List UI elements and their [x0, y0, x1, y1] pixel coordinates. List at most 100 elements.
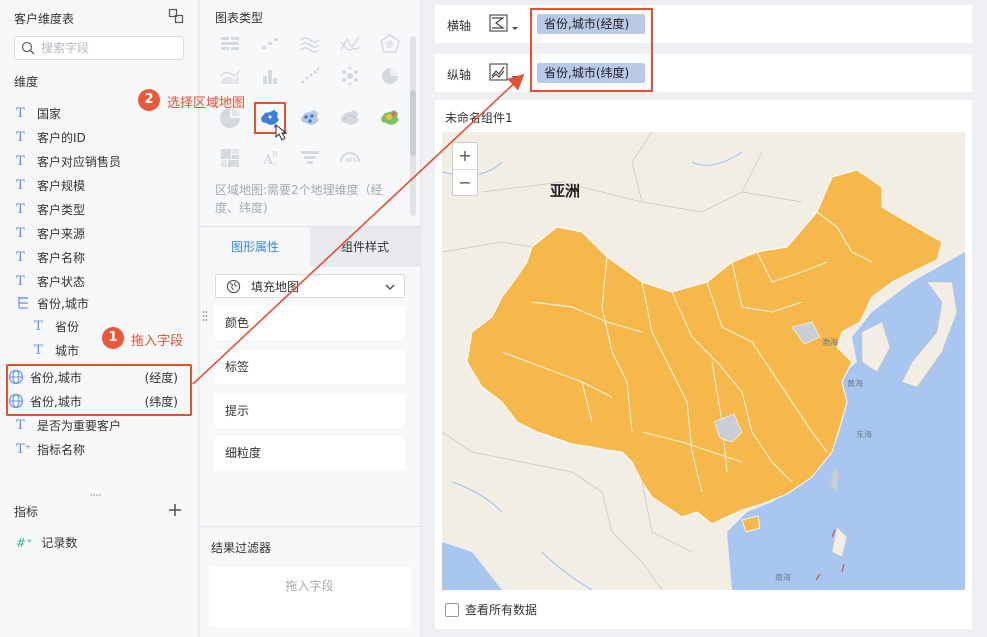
line-chart-icon[interactable] — [296, 30, 324, 58]
text-type-icon: T — [34, 318, 43, 334]
gauge-chart-icon[interactable]: 60% — [336, 144, 364, 172]
chart-type-scrollbar[interactable] — [410, 36, 416, 216]
field-label: 指标名称 — [37, 442, 86, 457]
step-2-label: 选择区域地图 — [167, 96, 246, 111]
radar-line-icon[interactable] — [336, 30, 364, 58]
field-label: 客户的ID — [37, 130, 86, 145]
geo-role-label: (纬度) — [144, 394, 178, 409]
view-all-data[interactable]: 查看所有数据 — [445, 601, 537, 618]
filter-drop-zone[interactable]: 拖入字段 — [209, 567, 410, 627]
panel-splitter-handle[interactable] — [90, 493, 102, 497]
field-item[interactable]: T 客户状态 — [16, 270, 85, 292]
bar-chart-icon[interactable] — [256, 62, 284, 90]
scatter-chart-icon[interactable] — [296, 62, 324, 90]
tree-icon — [18, 297, 28, 309]
svg-text:60%: 60% — [346, 158, 357, 164]
switch-table-icon[interactable] — [168, 8, 184, 24]
text-type-icon: T — [16, 417, 25, 433]
zoom-in-button[interactable]: + — [453, 143, 477, 169]
divider — [200, 526, 421, 527]
text-type-icon: T — [16, 201, 25, 217]
bubble-chart-icon[interactable] — [336, 62, 364, 90]
field-item[interactable]: T 客户来源 — [16, 222, 85, 244]
chart-type-title: 图表类型 — [215, 11, 264, 25]
config-tabs: 图形属性 组件样式 — [200, 226, 421, 267]
zoom-out-button[interactable]: − — [453, 169, 477, 195]
field-item[interactable]: T 客户名称 — [16, 246, 85, 268]
axis-fields-highlight — [530, 8, 653, 92]
field-label: 客户名称 — [37, 250, 86, 265]
field-search[interactable] — [14, 36, 184, 60]
field-label: 记录数 — [41, 536, 78, 550]
polygon-chart-icon[interactable] — [376, 30, 404, 58]
color-property[interactable]: 颜色 — [215, 306, 405, 340]
heat-map-icon[interactable] — [376, 104, 404, 132]
sea-label: 南海 — [775, 573, 791, 582]
table-chart-icon[interactable] — [216, 30, 244, 58]
text-type-icon: T — [34, 342, 43, 358]
text-type-icon: T — [16, 177, 25, 193]
dimension-title: 维度 — [14, 75, 39, 89]
y-axis-shelf: 纵轴 省份,城市(纬度) — [435, 54, 972, 92]
scrollbar-thumb[interactable] — [410, 90, 416, 156]
drag-handle-icon[interactable] — [202, 310, 208, 324]
field-label: 省份,城市 — [30, 394, 82, 409]
field-label: 客户对应销售员 — [37, 154, 122, 169]
area-chart-icon[interactable] — [216, 62, 244, 90]
longitude-axis-icon[interactable] — [488, 13, 520, 35]
field-item[interactable]: T 客户规模 — [16, 174, 85, 196]
point-map-icon[interactable] — [296, 104, 324, 132]
text-type-icon: T — [16, 225, 25, 241]
word-cloud-icon[interactable]: ABc — [256, 144, 284, 172]
globe-icon — [8, 369, 24, 385]
y-axis-label: 纵轴 — [447, 68, 472, 82]
pie-chart-icon[interactable] — [376, 62, 404, 90]
geo-field-longitude[interactable]: 省份,城市 (经度) — [8, 366, 188, 388]
number-type-icon: #⁺ — [16, 535, 33, 550]
region-map[interactable]: + − 亚洲 渤海 黄海 东海 南海 — [442, 132, 965, 590]
sea-label: 黄海 — [847, 379, 863, 388]
widget-title[interactable]: 未命名组件1 — [445, 109, 513, 126]
field-label: 客户规模 — [37, 178, 86, 193]
view-all-checkbox[interactable] — [445, 602, 459, 617]
tab-component-style[interactable]: 组件样式 — [310, 227, 420, 267]
tooltip-property[interactable]: 提示 — [215, 394, 405, 428]
field-item[interactable]: T 是否为重要客户 — [16, 414, 121, 436]
funnel-chart-icon[interactable] — [296, 144, 324, 172]
text-type-icon: T — [16, 129, 25, 145]
field-item[interactable]: T 客户对应销售员 — [16, 150, 121, 172]
metric-title: 指标 — [14, 505, 39, 519]
metric-item[interactable]: #⁺ 记录数 — [16, 534, 77, 551]
x-axis-shelf: 横轴 省份,城市(经度) — [435, 5, 972, 43]
field-item[interactable]: T⁺ 指标名称 — [16, 438, 85, 460]
latitude-axis-icon[interactable] — [488, 62, 520, 84]
add-metric-icon[interactable] — [168, 503, 182, 517]
gantt-chart-icon[interactable] — [256, 30, 284, 58]
search-input[interactable] — [41, 39, 177, 57]
tab-graphic-properties[interactable]: 图形属性 — [200, 227, 310, 267]
chart-canvas: 未命名组件1 + − 亚洲 渤海 黄海 东海 南海 查看所有数据 — [435, 100, 972, 629]
field-item[interactable]: T 国家 — [16, 102, 61, 124]
field-item[interactable]: T 客户类型 — [16, 198, 85, 220]
map-type-value: 填充地图 — [251, 279, 300, 294]
field-item[interactable]: T 省份 — [34, 315, 79, 337]
globe-icon — [8, 393, 24, 409]
field-item[interactable]: T 城市 — [34, 339, 79, 361]
globe-icon — [226, 279, 241, 293]
chevron-down-icon — [385, 284, 395, 290]
label-property[interactable]: 标签 — [215, 350, 405, 384]
field-label: 客户类型 — [37, 202, 86, 217]
field-label: 省份,城市 — [30, 370, 82, 385]
table-title: 客户维度表 — [14, 12, 75, 26]
result-filter-title: 结果过滤器 — [211, 541, 272, 555]
flow-map-icon[interactable] — [336, 104, 364, 132]
granularity-property[interactable]: 细粒度 — [215, 436, 405, 470]
field-item[interactable]: T 客户的ID — [16, 126, 86, 148]
region-map-icon[interactable] — [254, 102, 286, 134]
field-group[interactable]: 省份,城市 — [16, 292, 89, 314]
treemap-chart-icon[interactable] — [216, 144, 244, 172]
map-type-select[interactable]: 填充地图 — [215, 274, 405, 298]
field-group-label: 省份,城市 — [37, 296, 89, 311]
text-type-icon: T⁺ — [16, 441, 32, 457]
geo-field-latitude[interactable]: 省份,城市 (纬度) — [8, 390, 188, 412]
